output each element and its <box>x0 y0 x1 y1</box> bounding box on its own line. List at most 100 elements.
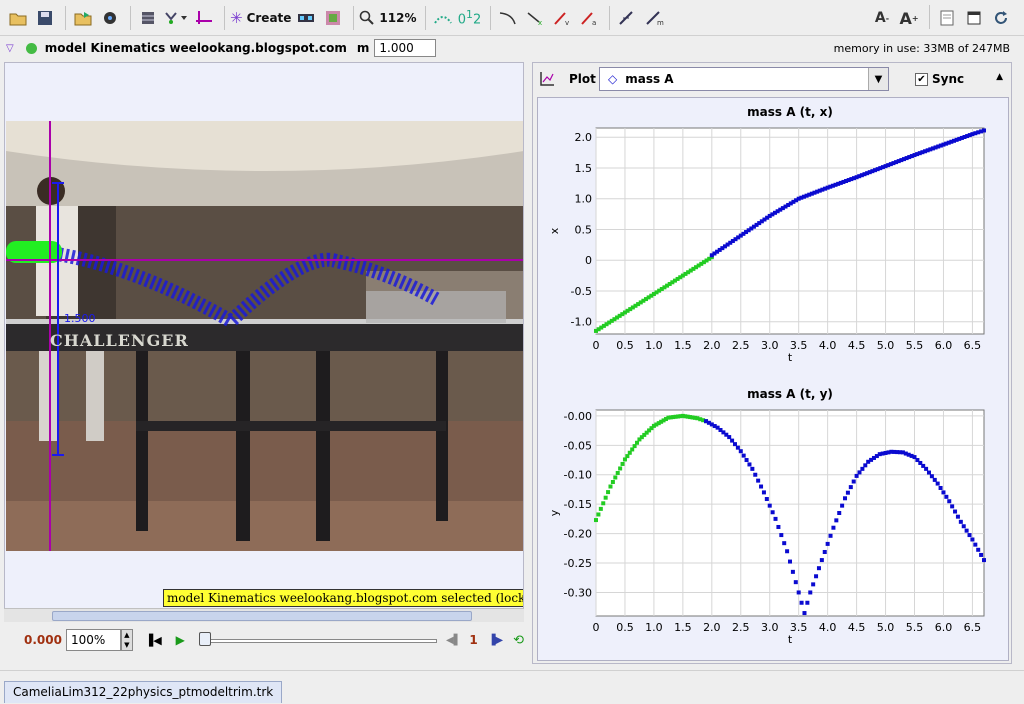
frame-slider[interactable] <box>198 630 437 650</box>
force-icon[interactable]: m <box>642 5 666 31</box>
track-menu-triangle-icon[interactable]: ▽ <box>6 43 14 54</box>
coordinates-icon[interactable] <box>431 5 455 31</box>
toolbar-separator <box>353 5 355 30</box>
data-point <box>929 474 934 479</box>
data-point <box>840 503 845 508</box>
data-point <box>753 472 758 477</box>
create-star-icon: ✳ <box>230 8 243 27</box>
data-point <box>976 547 981 552</box>
y-tick-label: 0 <box>585 254 592 267</box>
axes-icon[interactable] <box>192 5 216 31</box>
data-point <box>796 590 801 595</box>
x-tick-label: 6.5 <box>964 621 982 634</box>
scrollbar-thumb[interactable] <box>52 611 472 621</box>
video-frame[interactable]: CHALLENGER 1.500 <box>6 121 523 551</box>
data-point <box>601 501 606 506</box>
plot-axes-icon[interactable] <box>539 71 555 87</box>
collapse-icon[interactable]: ▲ <box>996 72 1003 82</box>
create-button[interactable]: ✳ Create <box>230 5 291 31</box>
font-smaller-icon[interactable]: A- <box>870 5 894 31</box>
data-point <box>982 558 986 563</box>
data-point <box>828 533 833 538</box>
image-filter-icon[interactable] <box>321 5 345 31</box>
y-axis-label: y <box>548 509 561 516</box>
track-selector[interactable]: ◇ mass A ▼ <box>599 67 889 91</box>
x-tick-label: 3.5 <box>790 339 808 352</box>
open-folder-icon[interactable] <box>6 5 30 31</box>
data-point <box>727 435 732 440</box>
acceleration-icon[interactable]: v <box>550 5 574 31</box>
data-point <box>816 566 821 571</box>
x-tick-label: 5.5 <box>906 621 924 634</box>
calibration-icon[interactable] <box>294 5 318 31</box>
mass-field[interactable]: 1.000 <box>374 39 437 57</box>
data-point <box>967 533 972 538</box>
angle-icon[interactable] <box>496 5 520 31</box>
data-point <box>596 512 601 517</box>
refresh-icon[interactable] <box>989 5 1013 31</box>
zoom-spinner-icon[interactable]: ▲ ▼ <box>120 629 133 651</box>
font-larger-icon[interactable]: A + <box>897 5 921 31</box>
rewind-icon[interactable]: ▐◀ <box>145 634 162 647</box>
chevron-down-icon[interactable]: ▼ <box>868 68 888 90</box>
x-tick-label: 0 <box>593 339 600 352</box>
data-point <box>785 549 790 554</box>
memory-status: memory in use: 33MB of 247MB <box>833 42 1010 55</box>
tape-readout[interactable]: 1.500 <box>64 312 96 325</box>
velocity-icon[interactable]: x <box>523 5 547 31</box>
data-point <box>863 463 868 468</box>
zoom-button[interactable]: 112% <box>359 5 417 31</box>
track-bar: ▽ model Kinematics weelookang.blogspot.c… <box>0 36 1024 60</box>
plot-t-x[interactable]: mass A (t, x) 0 0.5 1.0 1.5 2.0 2.5 3.0 3.5 4.0 4.… <box>538 98 1008 380</box>
data-point <box>767 503 772 508</box>
sync-checkbox[interactable]: ✔ <box>915 72 928 86</box>
data-point <box>926 470 931 475</box>
x-tick-label: 5.5 <box>906 339 924 352</box>
plot-label[interactable]: Plot <box>569 72 596 86</box>
data-point <box>950 504 955 509</box>
track-control-icon[interactable] <box>163 5 189 31</box>
data-point <box>620 461 625 466</box>
tab-trk-file[interactable]: CameliaLim312_22physics_ptmodeltrim.trk <box>4 681 283 703</box>
data-point <box>848 485 853 490</box>
data-point <box>744 458 749 463</box>
x-tick-label: 3.5 <box>790 621 808 634</box>
model-name[interactable]: model Kinematics weelookang.blogspot.com <box>45 41 347 55</box>
step-back-icon[interactable]: ◀▌ <box>446 635 461 646</box>
clip-settings-icon[interactable] <box>136 5 160 31</box>
data-point <box>944 494 949 499</box>
video-scrollbar[interactable] <box>4 608 524 622</box>
x-tick-label: 6.5 <box>964 339 982 352</box>
data-point <box>819 558 824 563</box>
video-icon[interactable] <box>98 5 122 31</box>
loop-icon[interactable]: ⟲ <box>513 633 524 648</box>
plots-area: mass A (t, x) 0 0.5 1.0 1.5 2.0 2.5 3.0 3.5 4.0 4.… <box>537 97 1009 661</box>
video-panel[interactable]: CHALLENGER 1.500 model Kinematics weeloo… <box>4 62 524 622</box>
notes-icon[interactable] <box>935 5 959 31</box>
data-point <box>961 524 966 529</box>
y-tick-label: -0.15 <box>564 498 592 511</box>
data-point <box>759 484 764 489</box>
x-velocity-icon[interactable]: a <box>577 5 601 31</box>
data-point <box>730 438 735 443</box>
step-forward-icon[interactable]: ▐▶ <box>488 635 503 646</box>
play-icon[interactable]: ▶ <box>176 633 185 647</box>
import-icon[interactable] <box>71 5 95 31</box>
magnifier-icon <box>360 10 375 25</box>
data-point <box>854 473 859 478</box>
time-readout[interactable]: 0.000 <box>24 633 62 647</box>
measure-icon[interactable]: 012 <box>458 5 482 31</box>
slider-thumb[interactable] <box>198 632 211 646</box>
window-icon[interactable] <box>962 5 986 31</box>
zoom-field[interactable]: 100% <box>65 629 121 651</box>
y-tick-label: -0.10 <box>564 469 592 482</box>
data-point <box>811 582 816 587</box>
momentum-icon[interactable] <box>615 5 639 31</box>
data-point <box>935 481 940 486</box>
sync-toggle[interactable]: ✔ Sync <box>915 72 964 86</box>
save-icon[interactable] <box>33 5 57 31</box>
plot-t-y[interactable]: mass A (t, y) 0 0.5 1.0 1.5 2.0 2.5 3.0 3.5 4.0 4.… <box>538 380 1008 662</box>
data-point <box>834 518 839 523</box>
step-size[interactable]: 1 <box>469 633 477 647</box>
y-axis-label: x <box>548 227 561 234</box>
